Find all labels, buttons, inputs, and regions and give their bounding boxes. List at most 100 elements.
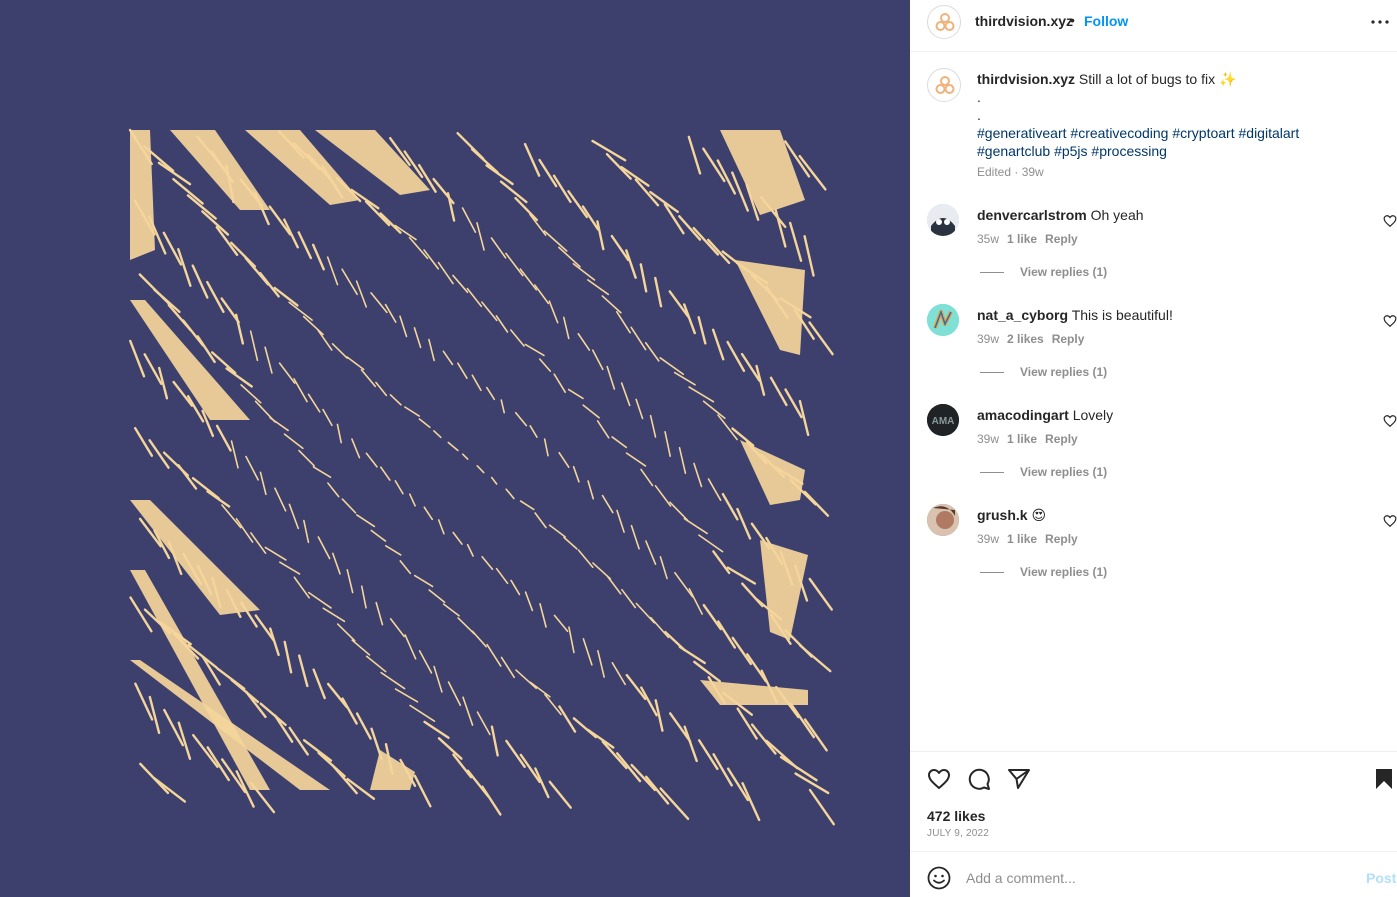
artwork-stroke [399,560,412,575]
artwork-stroke [404,406,421,417]
comment-age[interactable]: 39w [977,532,999,546]
artwork-stroke [269,627,280,657]
artwork-stroke [293,576,310,599]
hashtag-link[interactable]: #creativecoding [1070,125,1168,141]
author-username[interactable]: thirdvision.xyz [975,13,1073,29]
artwork-stroke [692,226,720,256]
hashtag-link[interactable]: #generativeart [977,125,1067,141]
artwork-stroke [394,688,419,703]
artwork-stroke [476,221,485,251]
post-date[interactable]: JULY 9, 2022 [927,828,989,839]
artwork-stroke [341,498,357,514]
comment-like-heart-icon[interactable] [1383,414,1397,428]
comment-text: 😍 [1031,507,1047,523]
commenter-avatar[interactable] [927,504,959,536]
artwork-stroke [553,373,567,393]
view-replies-button[interactable]: View replies (1) [980,465,1107,479]
artwork-stroke [572,262,596,281]
artwork-stroke [659,556,668,580]
commenter-avatar[interactable]: AMA [927,404,959,436]
thirdvision-logo-icon [930,8,960,38]
emoji-smiley-icon[interactable] [927,866,951,890]
artwork-stroke [283,433,304,450]
commenter-avatar[interactable] [927,304,959,336]
artwork-stroke [620,382,631,407]
likes-count[interactable]: 472 likes [927,808,985,824]
artwork-stroke [462,696,474,726]
artwork-stroke [269,416,289,432]
like-heart-icon[interactable] [927,767,951,791]
commenter-username[interactable]: nat_a_cyborg [977,307,1068,323]
follow-button[interactable]: Follow [1084,13,1128,29]
artwork-stroke [717,414,738,441]
view-replies-button[interactable]: View replies (1) [980,565,1107,579]
reply-button[interactable]: Reply [1045,432,1078,446]
comment-likes[interactable]: 1 like [1007,432,1037,446]
hashtag-link[interactable]: #cryptoart [1172,125,1234,141]
artwork-stroke [683,725,698,763]
view-replies-button[interactable]: View replies (1) [980,265,1107,279]
comment-likes[interactable]: 1 like [1007,532,1037,546]
hashtag-link[interactable]: #genartclub [977,143,1050,159]
artwork-stroke [298,449,315,467]
artwork-stroke [582,638,593,666]
artwork-stroke [712,550,731,575]
artwork-stroke [798,154,827,191]
hashtag-link[interactable]: #processing [1091,143,1167,159]
artwork-stroke [721,492,739,521]
comment-like-heart-icon[interactable] [1383,314,1397,328]
artwork-stroke [630,524,640,550]
caption-author-avatar[interactable] [927,68,961,102]
comment-age[interactable]: 39w [977,332,999,346]
artwork-stroke [433,429,442,439]
artwork-stroke [490,725,499,757]
artwork-stroke [240,384,262,404]
artwork-stroke [476,465,485,474]
post-comment-button[interactable]: Post [1366,870,1396,886]
artwork-stroke [572,465,580,483]
commenter-username[interactable]: amacodingart [977,407,1069,423]
artwork-stroke [711,328,725,361]
more-options-icon[interactable] [1370,12,1390,32]
comment-age[interactable]: 39w [977,432,999,446]
comment-age[interactable]: 35w [977,232,999,246]
comment-likes[interactable]: 2 likes [1007,332,1044,346]
reply-button[interactable]: Reply [1045,232,1078,246]
artwork-stroke [548,300,559,324]
reply-button[interactable]: Reply [1045,532,1078,546]
artwork-stroke [702,603,722,631]
hashtag-link[interactable]: #p5js [1054,143,1087,159]
artwork-stroke [568,626,575,654]
share-paper-plane-icon[interactable] [1007,767,1031,791]
view-replies-button[interactable]: View replies (1) [980,365,1107,379]
comment-likes[interactable]: 1 like [1007,232,1037,246]
comment-input[interactable] [966,863,1346,893]
comment-bubble-icon[interactable] [967,767,991,791]
artwork-stroke [558,451,570,469]
comment-like-heart-icon[interactable] [1383,514,1397,528]
artwork-stroke [351,438,361,459]
artwork-stroke [616,752,642,783]
artwork-stroke [529,424,538,438]
caption-username[interactable]: thirdvision.xyz [977,71,1075,87]
artwork-stroke [221,504,242,529]
commenter-username[interactable]: grush.k [977,507,1028,523]
comment-like-heart-icon[interactable] [1383,214,1397,228]
commenter-avatar[interactable] [927,204,959,236]
author-avatar[interactable] [927,5,961,39]
artwork-stroke [485,164,514,186]
saved-bookmark-icon[interactable] [1372,767,1396,791]
artwork-stroke [461,207,477,233]
artwork-stroke [360,585,367,609]
reply-button[interactable]: Reply [1052,332,1085,346]
artwork-stroke [370,529,387,542]
artwork-stroke [471,630,487,648]
artwork-stroke [307,393,321,413]
post-image[interactable] [0,0,910,897]
artwork-stroke [621,588,637,609]
hashtag-link[interactable]: #digitalart [1239,125,1300,141]
artwork-stroke [192,733,219,768]
commenter-username[interactable]: denvercarlstrom [977,207,1087,223]
artwork-stroke [317,536,331,560]
artwork-stroke [534,512,547,529]
